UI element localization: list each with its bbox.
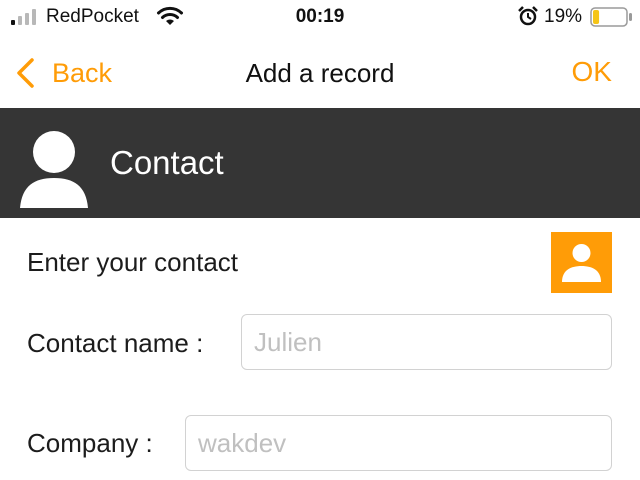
contact-name-input[interactable]: [241, 314, 612, 370]
battery-percentage: 19%: [544, 6, 583, 27]
navigation-bar: Back Add a record OK: [0, 44, 640, 100]
alarm-icon: [518, 6, 538, 26]
section-title: Contact: [110, 144, 224, 181]
status-bar: RedPocket 00:19 19%: [0, 0, 640, 34]
battery-icon: [590, 7, 632, 27]
ok-button[interactable]: OK: [572, 56, 612, 88]
company-input[interactable]: [185, 415, 612, 471]
form-prompt: Enter your contact: [27, 247, 238, 277]
contact-card-icon: [562, 244, 601, 282]
section-header: Contact: [0, 108, 640, 218]
person-icon: [20, 131, 88, 208]
page-title: Add a record: [245, 58, 395, 88]
contact-name-label: Contact name :: [27, 328, 204, 358]
pick-contact-button[interactable]: [551, 232, 612, 293]
company-label: Company :: [27, 428, 153, 458]
